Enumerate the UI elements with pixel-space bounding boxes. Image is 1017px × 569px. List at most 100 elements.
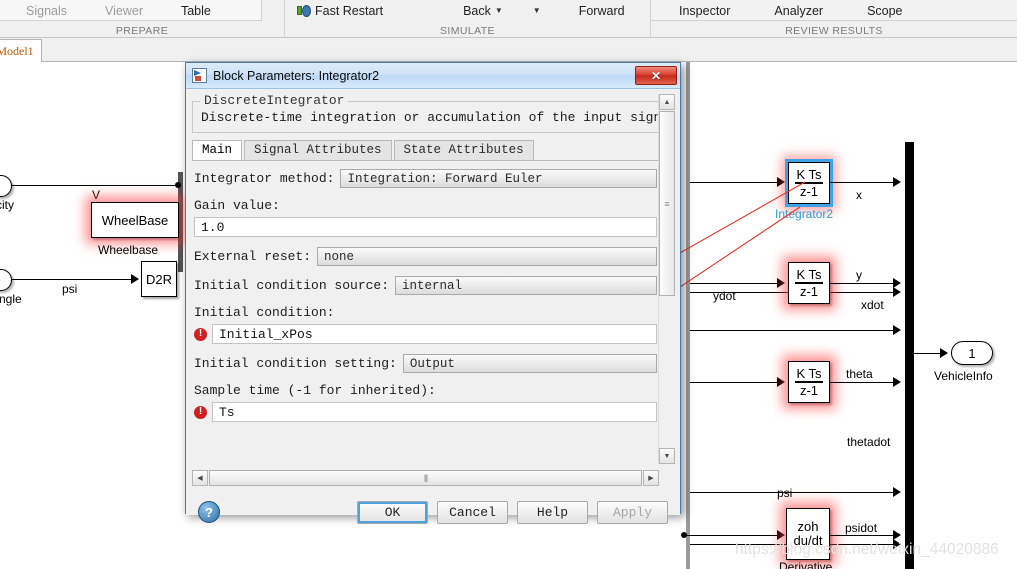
inport-steerangle-label: Angle xyxy=(0,292,22,306)
gain-input[interactable]: 1.0 xyxy=(194,217,657,237)
block-integrator-theta[interactable]: K Ts z-1 xyxy=(788,361,830,403)
inport-velocity-label: city xyxy=(0,198,14,212)
initial-condition-input[interactable]: Initial_xPos xyxy=(212,324,657,344)
block-integrator2[interactable]: K Ts z-1 xyxy=(785,159,833,207)
help-button[interactable]: Help xyxy=(517,500,588,524)
block-wheelbase[interactable]: WheelBase xyxy=(91,202,179,238)
chevron-down-icon[interactable]: ▼ xyxy=(495,6,503,15)
signal-label-xdot: xdot xyxy=(861,298,884,312)
ribbon-toolbar: Signals Viewer Table PREPARE Fast Restar… xyxy=(0,0,1017,38)
ribbon-item-viewer[interactable]: Viewer xyxy=(97,4,151,18)
signal-label-psi-in: psi xyxy=(62,282,78,296)
watermark-text: https://blog.csdn.net/weixin_44020886 xyxy=(735,541,999,558)
fast-restart-icon xyxy=(297,4,311,17)
field-initial-condition: Initial condition: ! Initial_xPos xyxy=(194,305,657,344)
gain-label: Gain value: xyxy=(194,198,280,213)
signal-label-ydot: ydot xyxy=(713,289,736,303)
integrator2-denominator: z-1 xyxy=(799,183,819,199)
integrator-y-denominator: z-1 xyxy=(799,283,819,299)
initial-condition-label: Initial condition: xyxy=(194,305,335,320)
ribbon-item-back[interactable]: Back ▼ xyxy=(455,4,511,18)
arrow-extra-1 xyxy=(893,325,901,335)
field-integrator-method: Integrator method: Integration: Forward … xyxy=(194,169,657,188)
block-integrator-y[interactable]: K Ts z-1 xyxy=(788,262,830,304)
block-derivative-label: Derivative xyxy=(779,560,833,569)
dialog-button-row: ? OK Cancel Help Apply xyxy=(186,491,680,533)
integrator-theta-numerator: K Ts xyxy=(796,365,822,381)
wire-velocity xyxy=(12,185,180,187)
field-sample-time: Sample time (-1 for inherited): ! Ts xyxy=(194,383,657,422)
inport-velocity[interactable] xyxy=(0,175,12,197)
external-reset-label: External reset: xyxy=(194,249,312,264)
arrow-to-outport xyxy=(940,348,948,358)
block-parameters-dialog[interactable]: Block Parameters: Integrator2 ✕ Discrete… xyxy=(185,62,681,524)
ribbon-item-forward[interactable]: Forward xyxy=(571,4,633,18)
ic-source-select[interactable]: internal xyxy=(395,276,657,295)
ribbon-item-back-menu[interactable]: ▼ xyxy=(525,6,549,15)
block-integrator2-label: Integrator2 xyxy=(775,207,834,221)
arrow-y-to-bus xyxy=(893,278,901,288)
description-text: Discrete-time integration or accumulatio… xyxy=(201,110,659,125)
tab-panel-main: Integrator method: Integration: Forward … xyxy=(192,161,659,422)
inport-steerangle[interactable] xyxy=(0,269,12,291)
ic-setting-label: Initial condition setting: xyxy=(194,356,397,371)
sample-time-label: Sample time (-1 for inherited): xyxy=(194,383,436,398)
ribbon-item-scope[interactable]: Scope xyxy=(859,4,910,18)
sample-time-row: ! Ts xyxy=(194,402,657,422)
cancel-button[interactable]: Cancel xyxy=(437,500,508,524)
ribbon-item-table[interactable]: Table xyxy=(173,4,219,18)
ic-source-label: Initial condition source: xyxy=(194,278,390,293)
outport-vehicleinfo[interactable]: 1 xyxy=(951,341,993,365)
horizontal-scroll-thumb[interactable] xyxy=(209,470,642,486)
ribbon-item-analyzer[interactable]: Analyzer xyxy=(766,4,831,18)
external-reset-select[interactable]: none xyxy=(317,247,657,266)
chevron-down-icon-2[interactable]: ▼ xyxy=(533,6,541,15)
block-wheelbase-label: Wheelbase xyxy=(98,243,159,257)
ribbon-item-signals[interactable]: Signals xyxy=(18,4,75,18)
wire-extra-1 xyxy=(690,330,897,332)
integrator2-numerator: K Ts xyxy=(796,166,822,182)
scroll-up-icon[interactable]: ▲ xyxy=(659,94,675,110)
integrator-y-numerator: K Ts xyxy=(796,266,822,282)
signal-label-v: V xyxy=(92,188,101,202)
signal-label-psi: psi xyxy=(777,486,793,500)
field-external-reset: External reset: none xyxy=(194,247,657,266)
bus-output-port xyxy=(906,350,913,353)
wire-into-integrator-theta xyxy=(690,382,778,384)
ribbon-caption-review: REVIEW RESULTS xyxy=(785,25,883,37)
block-d2r[interactable]: D2R xyxy=(141,261,177,297)
integrator-method-select[interactable]: Integration: Forward Euler xyxy=(340,169,657,188)
signal-label-x: x xyxy=(856,188,862,202)
error-icon-sample-time: ! xyxy=(194,405,207,419)
scroll-left-icon[interactable]: ◀ xyxy=(192,470,208,486)
signal-label-thetadot: thetadot xyxy=(847,435,891,449)
arrow-x-to-bus xyxy=(893,177,901,187)
dialog-horizontal-scrollbar[interactable]: ◀ ▶ xyxy=(192,470,659,486)
scroll-down-icon[interactable]: ▼ xyxy=(659,448,675,464)
tab-main[interactable]: Main xyxy=(192,140,243,160)
arrow-into-integrator-theta xyxy=(777,377,785,387)
ribbon-item-inspector[interactable]: Inspector xyxy=(671,4,738,18)
tab-signal-attributes[interactable]: Signal Attributes xyxy=(244,140,392,160)
scroll-right-icon[interactable]: ▶ xyxy=(643,470,659,486)
ic-setting-select[interactable]: Output xyxy=(402,354,657,373)
tab-state-attributes[interactable]: State Attributes xyxy=(393,140,534,160)
close-icon[interactable]: ✕ xyxy=(635,66,677,85)
ribbon-item-fast-restart[interactable]: Fast Restart xyxy=(289,4,391,18)
dialog-title-bar[interactable]: Block Parameters: Integrator2 ✕ xyxy=(186,63,680,89)
ribbon-group-review: Inspector Analyzer Scope REVIEW RESULTS xyxy=(651,0,1017,38)
model-tab-model1[interactable]: Model1 xyxy=(0,39,42,62)
apply-button[interactable]: Apply xyxy=(597,500,668,524)
wire-into-integrator2 xyxy=(690,182,778,184)
dialog-vertical-scrollbar[interactable]: ▲ ▼ xyxy=(658,94,675,464)
vertical-scroll-thumb[interactable] xyxy=(659,111,675,296)
sample-time-input[interactable]: Ts xyxy=(212,402,657,422)
arrow-into-d2r xyxy=(131,274,139,284)
dialog-title-text: Block Parameters: Integrator2 xyxy=(213,68,380,83)
arrow-xdot-to-bus xyxy=(893,287,901,297)
help-circle-icon[interactable]: ? xyxy=(198,501,220,523)
ok-button[interactable]: OK xyxy=(357,500,428,524)
wire-into-integrator-y xyxy=(690,283,778,285)
arrow-into-derivative xyxy=(777,530,785,540)
error-icon-initial-condition: ! xyxy=(194,327,207,341)
